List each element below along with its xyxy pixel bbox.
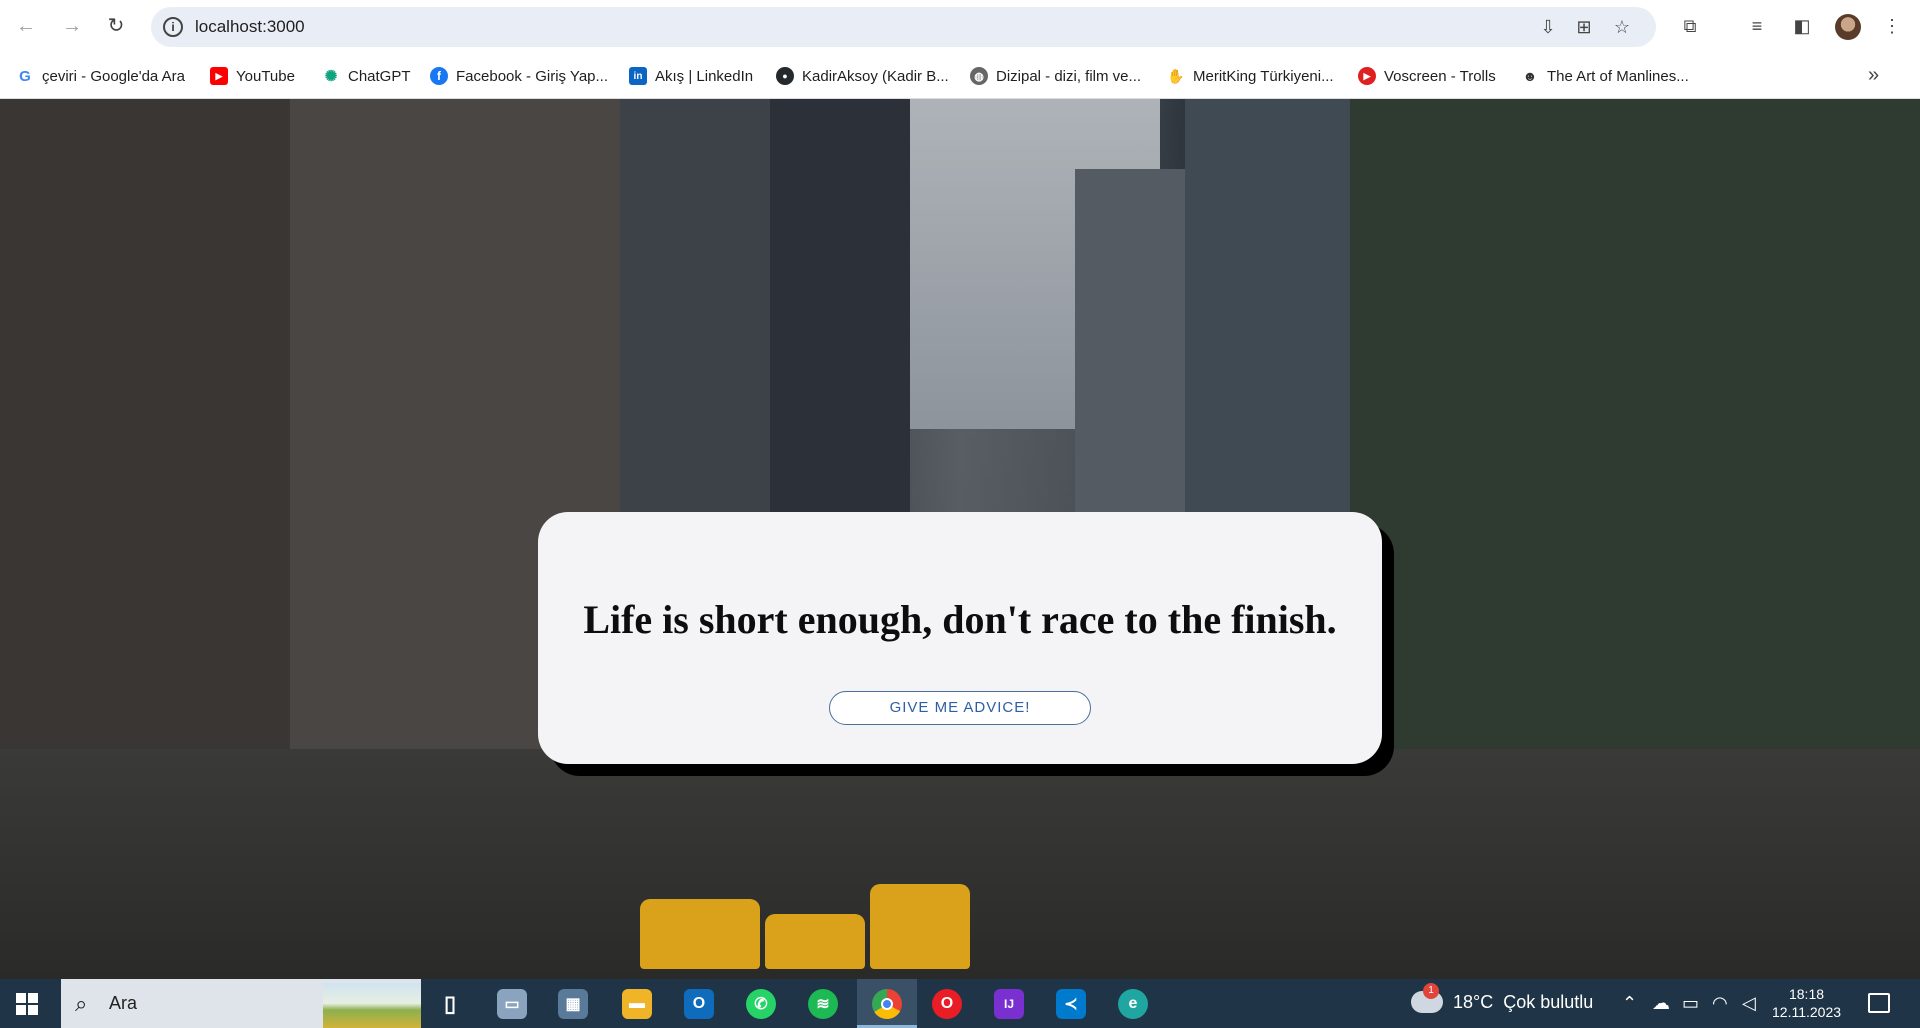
globe-icon: ◍ (970, 67, 988, 85)
taskbar: ⌕ Ara ▯ ▭ ▦ ▬ O ✆ ≋ O IJ ≺ e 1 18°C Çok … (0, 979, 1920, 1028)
github-icon: ● (776, 67, 794, 85)
address-bar[interactable]: i localhost:3000 ⇩ ⊞ ☆ (151, 7, 1656, 47)
whatsapp-icon[interactable]: ✆ (746, 989, 776, 1019)
bookmark-google[interactable]: Gçeviri - Google'da Ara (16, 64, 185, 88)
back-icon[interactable]: ← (14, 14, 38, 38)
task-view-icon[interactable]: ▯ (435, 989, 465, 1019)
bookmark-label: Facebook - Giriş Yap... (456, 67, 609, 85)
bookmark-star-icon[interactable]: ☆ (1611, 16, 1633, 38)
system-clock[interactable]: 18:18 12.11.2023 (1772, 985, 1841, 1021)
weather-temp: 18°C (1453, 991, 1494, 1012)
bookmark-voscreen[interactable]: ▶ Voscreen - Trolls (1358, 64, 1496, 88)
menu-kebab-icon[interactable]: ⋮ (1880, 14, 1904, 38)
bookmark-label: ChatGPT (348, 67, 411, 85)
browser-toolbar: ← → ↻ i localhost:3000 ⇩ ⊞ ☆ ⧉ ≡ ◧ ⋮ (0, 0, 1920, 54)
bookmark-facebook[interactable]: f Facebook - Giriş Yap... (430, 64, 608, 88)
search-highlight-image (323, 983, 421, 1028)
wifi-icon[interactable]: ◠ (1712, 993, 1728, 1014)
bookmark-label: Dizipal - dizi, film ve... (996, 67, 1142, 85)
bookmark-label: MeritKing Türkiyeni... (1193, 67, 1334, 85)
clock-time: 18:18 (1788, 986, 1825, 1002)
battery-icon[interactable]: ▭ (1682, 993, 1699, 1014)
cloud-icon: 1 (1411, 983, 1443, 1013)
install-app-icon[interactable]: ⇩ (1537, 16, 1559, 38)
calculator-icon[interactable]: ▦ (558, 989, 588, 1019)
bookmark-label: The Art of Manlines... (1547, 67, 1689, 85)
bookmark-linkedin[interactable]: in Akış | LinkedIn (629, 64, 753, 88)
file-manager-icon[interactable]: ▭ (497, 989, 527, 1019)
advice-card: Life is short enough, don't race to the … (538, 512, 1382, 764)
edge-icon[interactable]: e (1118, 989, 1148, 1019)
side-panel-icon[interactable]: ◧ (1790, 14, 1814, 38)
bookmark-label: Voscreen - Trolls (1384, 67, 1496, 85)
bookmark-art-of-manliness[interactable]: ☻ The Art of Manlines... (1521, 64, 1689, 88)
bookmark-youtube[interactable]: ▶ YouTube (210, 64, 295, 88)
clock-date: 12.11.2023 (1772, 1004, 1842, 1020)
url-text[interactable]: localhost:3000 (195, 17, 305, 37)
taskbar-search-box[interactable]: ⌕ Ara (61, 979, 421, 1028)
facebook-icon: f (430, 67, 448, 85)
bookmark-label: YouTube (236, 67, 295, 85)
voscreen-icon: ▶ (1358, 67, 1376, 85)
profile-avatar[interactable] (1835, 14, 1861, 40)
folder-icon[interactable]: ▬ (622, 989, 652, 1019)
volume-icon[interactable]: ◁ (1742, 993, 1756, 1014)
bookmark-github[interactable]: ● KadirAksoy (Kadir B... (776, 64, 949, 88)
weather-text: Çok bulutlu (1503, 991, 1594, 1012)
outlook-icon[interactable]: O (684, 989, 714, 1019)
bookmark-meritking[interactable]: ✋ MeritKing Türkiyeni... (1167, 64, 1334, 88)
weather-badge: 1 (1423, 983, 1439, 999)
onedrive-cloud-icon[interactable]: ☁ (1652, 993, 1670, 1014)
reload-icon[interactable]: ↻ (104, 14, 128, 38)
background-taxi (640, 899, 760, 969)
background-taxi (870, 884, 970, 969)
vscode-icon[interactable]: ≺ (1056, 989, 1086, 1019)
windows-start-icon[interactable] (16, 993, 38, 1015)
bookmarks-overflow-icon[interactable]: » (1868, 64, 1879, 87)
spotify-icon[interactable]: ≋ (808, 989, 838, 1019)
chatgpt-icon: ✺ (322, 67, 340, 85)
page-background: Life is short enough, don't race to the … (0, 99, 1920, 979)
extensions-icon[interactable]: ⧉ (1678, 14, 1702, 38)
bookmark-label: Akış | LinkedIn (655, 67, 754, 85)
bookmark-label: çeviri - Google'da Ara (42, 67, 185, 85)
bookmark-label: KadirAksoy (Kadir B... (802, 67, 949, 85)
notification-icon[interactable] (1868, 993, 1890, 1013)
manliness-icon: ☻ (1521, 67, 1539, 85)
chrome-icon[interactable] (872, 989, 902, 1019)
bookmarks-bar: Gçeviri - Google'da Ara ▶ YouTube ✺ ChatGP… (0, 54, 1920, 99)
media-control-icon[interactable]: ≡ (1745, 14, 1769, 38)
google-icon: G (16, 67, 34, 85)
translate-icon[interactable]: ⊞ (1573, 16, 1595, 38)
intellij-icon[interactable]: IJ (994, 989, 1024, 1019)
give-advice-button[interactable]: GIVE ME ADVICE! (829, 691, 1091, 725)
linkedin-icon: in (629, 67, 647, 85)
chevron-up-icon[interactable]: ⌃ (1622, 993, 1637, 1014)
forward-icon[interactable]: → (60, 14, 84, 38)
background-taxi (765, 914, 865, 969)
youtube-icon: ▶ (210, 67, 228, 85)
site-info-icon[interactable]: i (163, 17, 183, 37)
bookmark-chatgpt[interactable]: ✺ ChatGPT (322, 64, 411, 88)
bookmark-dizipal[interactable]: ◍ Dizipal - dizi, film ve... (970, 64, 1141, 88)
search-placeholder: Ara (109, 993, 138, 1013)
opera-icon[interactable]: O (932, 989, 962, 1019)
search-icon: ⌕ (75, 991, 88, 1016)
advice-text: Life is short enough, don't race to the … (583, 597, 1337, 642)
weather-widget[interactable]: 1 18°C Çok bulutlu (1411, 983, 1594, 1013)
hand-icon: ✋ (1167, 67, 1185, 85)
